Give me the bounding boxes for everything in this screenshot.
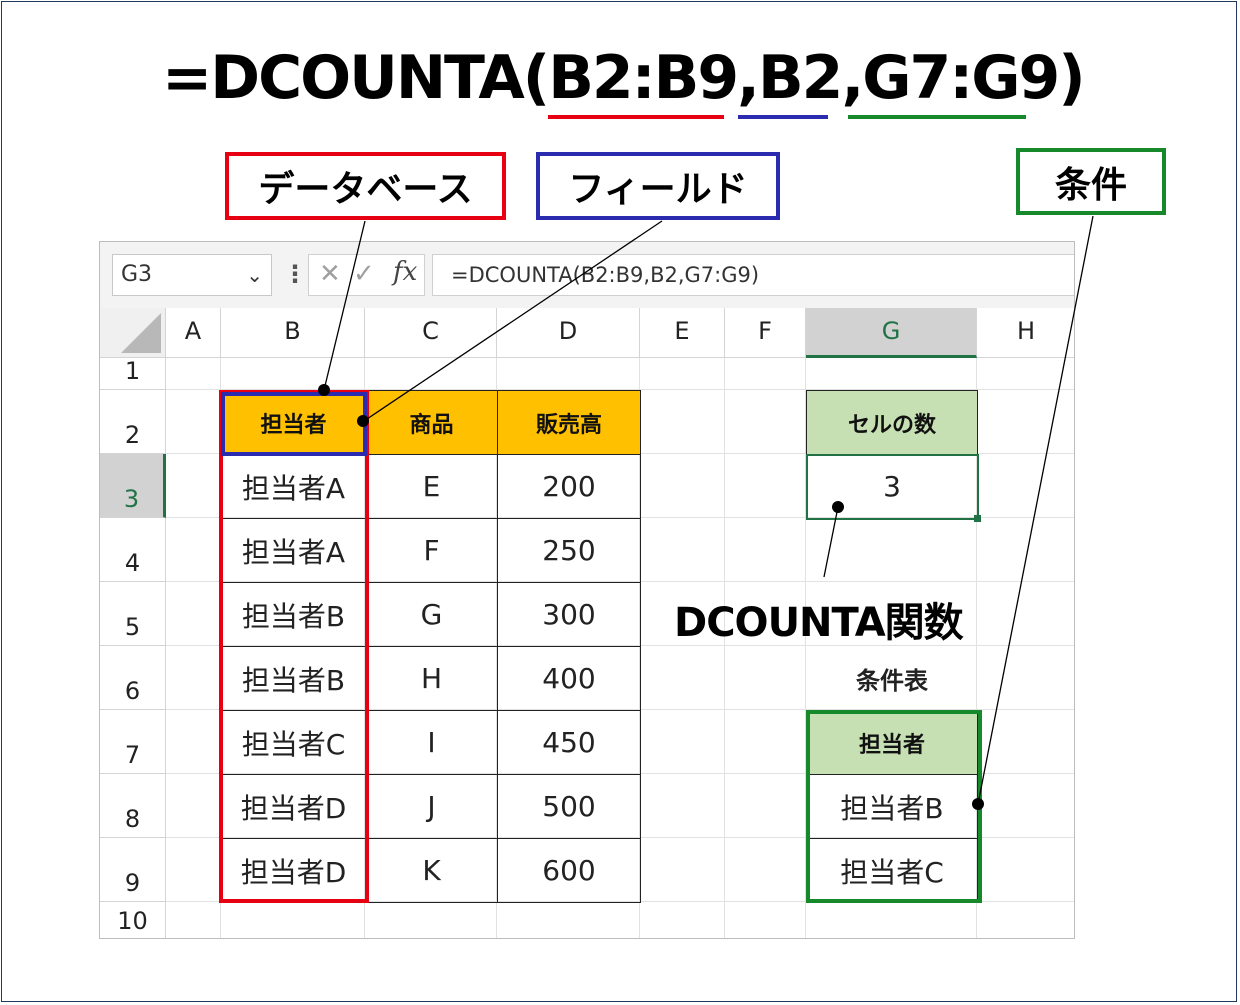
field-connector-dot <box>357 415 369 427</box>
connector-lines <box>318 215 1094 810</box>
result-connector <box>823 506 839 578</box>
database-connector <box>323 220 366 391</box>
field-connector <box>363 220 663 422</box>
database-connector-dot <box>318 384 330 396</box>
criteria-connector <box>977 215 1094 805</box>
result-connector-dot <box>832 501 844 513</box>
criteria-connector-dot <box>972 798 984 810</box>
